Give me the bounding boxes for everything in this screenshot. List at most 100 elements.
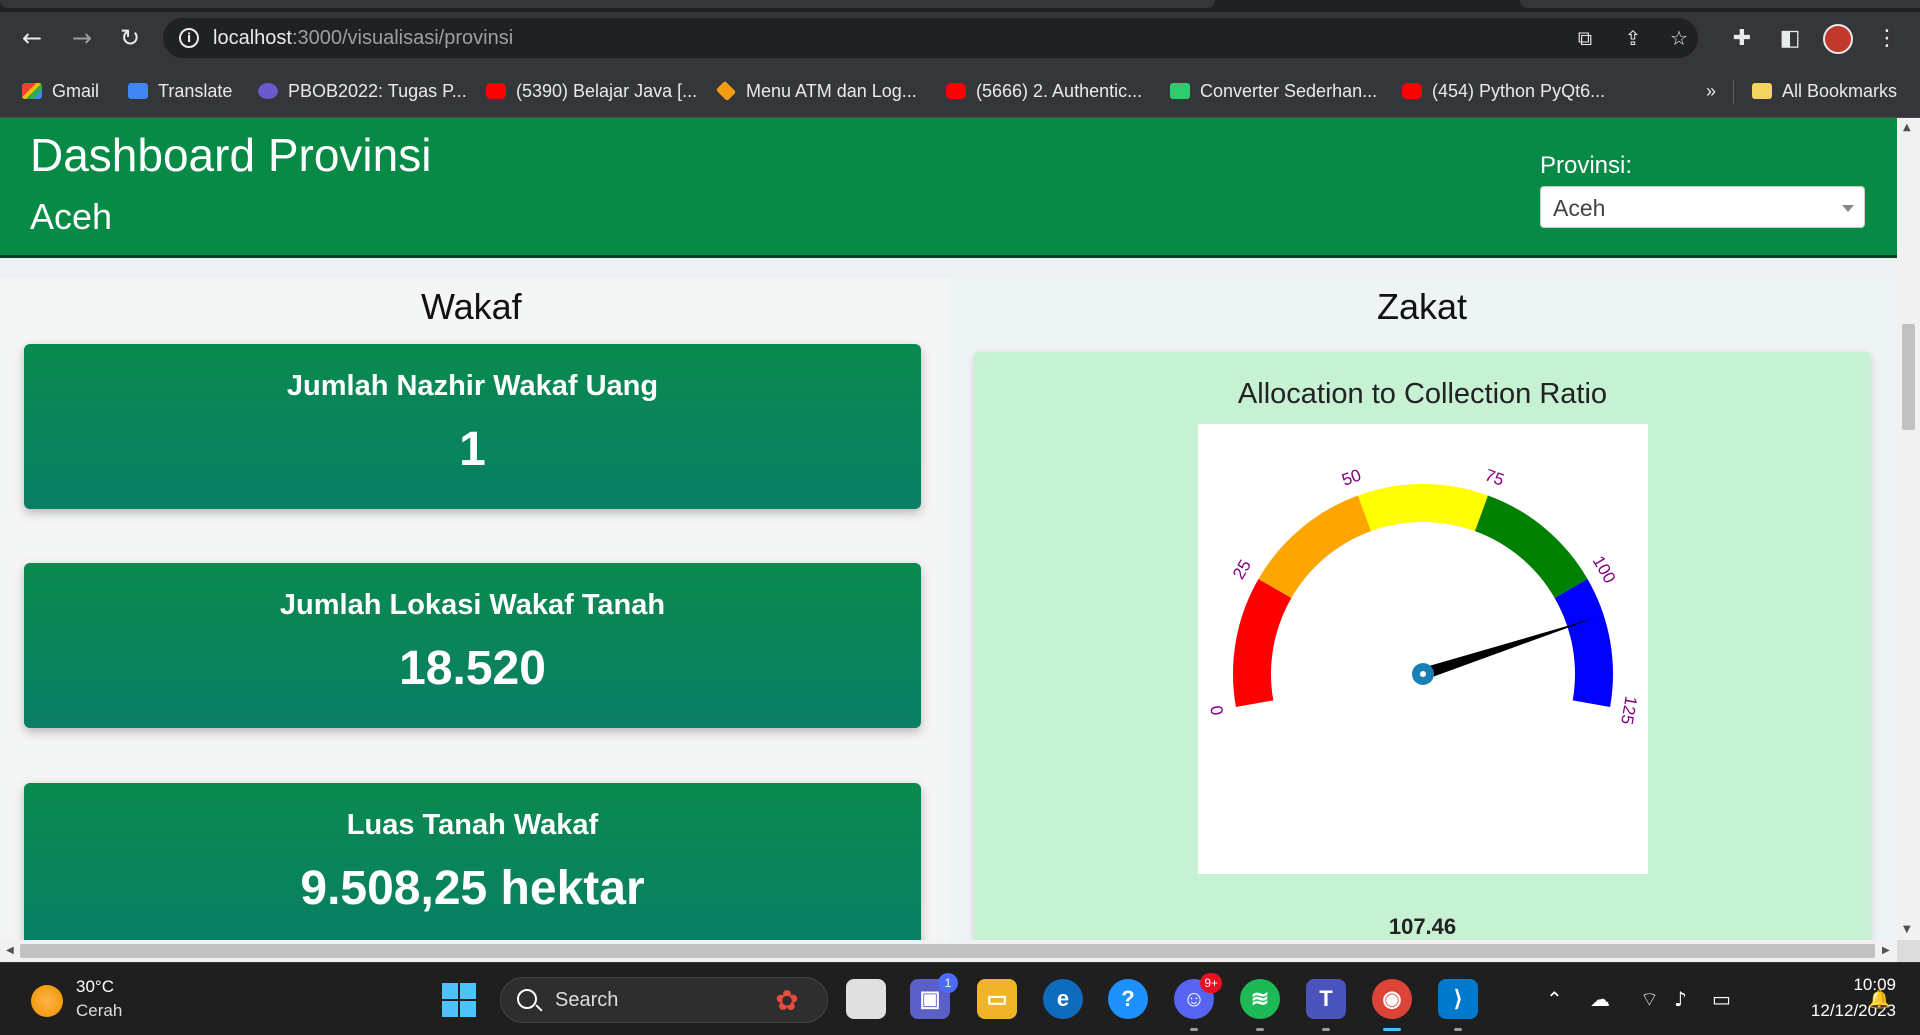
all-bookmarks-button[interactable]: All Bookmarks (1752, 78, 1897, 104)
gauge-band-4 (1554, 579, 1613, 707)
chevron-up-icon[interactable]: ⌃ (1546, 987, 1563, 1011)
weather-condition[interactable]: Cerah (76, 1001, 122, 1021)
scrollbar-corner (1897, 940, 1920, 962)
bookmark-label: Converter Sederhan... (1200, 80, 1378, 101)
teams-chat-icon[interactable]: ▣ 1 (910, 973, 958, 1019)
active-tab[interactable] (0, 0, 1215, 8)
notification-bell-icon[interactable]: 🔔 (1868, 989, 1890, 1010)
discord-badge: 9+ (1200, 973, 1222, 993)
bookmark-translate[interactable]: Translate (128, 78, 232, 104)
bookmark-star-icon[interactable]: ☆ (1667, 26, 1691, 50)
spotify-icon[interactable]: ≋ (1240, 979, 1280, 1031)
bookmark-label: PBOB2022: Tugas P... (288, 80, 467, 101)
side-panel-icon[interactable]: ◧ (1777, 26, 1803, 52)
address-bar[interactable]: i localhost:3000/visualisasi/provinsi ⧉ … (163, 18, 1698, 58)
province-label: Provinsi: (1540, 152, 1633, 179)
wifi-icon[interactable]: ⌔ (1640, 987, 1659, 1012)
wakaf-section-title: Wakaf (421, 286, 522, 327)
share-icon[interactable]: ⇪ (1621, 26, 1645, 50)
gauge-tick-label: 25 (1229, 557, 1255, 583)
gauge-band-1 (1258, 495, 1372, 598)
province-subtitle: Aceh (30, 196, 113, 237)
gauge-tick-label: 50 (1339, 465, 1363, 489)
url-host: localhost (213, 27, 292, 49)
youtube-icon (486, 83, 506, 99)
tab-strip-right (1520, 0, 1920, 8)
bookmark-label: (5666) 2. Authentic... (976, 80, 1143, 101)
vertical-scrollbar[interactable]: ▲ ▼ (1897, 118, 1920, 940)
weather-temperature[interactable]: 30°C (76, 977, 114, 997)
zakat-section-title: Zakat (1377, 286, 1468, 327)
extensions-puzzle-icon[interactable]: ✚ (1729, 26, 1755, 52)
scroll-up-icon[interactable]: ▲ (1903, 122, 1911, 133)
volume-icon[interactable]: ♪ (1674, 987, 1687, 1011)
vscode-icon[interactable]: ⟩ (1438, 979, 1478, 1031)
bookmark-label: (5390) Belajar Java [... (516, 80, 698, 101)
edge-icon[interactable]: e (1043, 979, 1083, 1019)
help-icon[interactable]: ? (1108, 979, 1148, 1019)
bookmark-gmail[interactable]: Gmail (22, 78, 99, 104)
url-text[interactable]: localhost:3000/visualisasi/provinsi (213, 27, 513, 50)
stat-card-label: Jumlah Lokasi Wakaf Tanah (279, 589, 666, 621)
bookmarks-divider (1733, 80, 1734, 104)
bookmark-youtube-java[interactable]: (5390) Belajar Java [... (486, 78, 697, 104)
profile-avatar[interactable] (1823, 24, 1853, 54)
scroll-left-icon[interactable]: ◀ (6, 945, 14, 956)
task-view-icon[interactable] (846, 979, 886, 1019)
page-title: Dashboard Provinsi (30, 129, 432, 181)
scroll-down-icon[interactable]: ▼ (1903, 924, 1911, 935)
bookmark-menu-atm[interactable]: Menu ATM dan Log... (715, 78, 917, 104)
back-arrow-icon[interactable]: ← (16, 22, 48, 54)
gauge-hub-center (1420, 671, 1426, 677)
onedrive-icon[interactable]: ☁ (1590, 987, 1610, 1011)
windows-taskbar: 30°C Cerah Search ✿ ▣ 1 ▭ e ? ☺ 9+ ≋ T ◉ ⟩… (0, 962, 1920, 1035)
bookmark-label: Menu ATM dan Log... (746, 80, 917, 101)
gauge-band-2 (1358, 484, 1488, 532)
gauge-needle (1421, 618, 1595, 680)
more-bookmarks-button[interactable]: » (1706, 78, 1716, 104)
youtube-icon (946, 83, 966, 99)
horizontal-scrollbar[interactable]: ◀ ▶ (0, 940, 1897, 962)
gauge-title: Allocation to Collection Ratio (1237, 378, 1608, 410)
bookmark-pbo[interactable]: PBOB2022: Tugas P... (258, 78, 467, 104)
menu-kebab-icon[interactable]: ⋮ (1874, 26, 1900, 52)
site-info-icon[interactable]: i (179, 28, 199, 48)
windows-start-icon[interactable] (442, 983, 478, 1019)
sun-weather-icon[interactable] (31, 985, 63, 1017)
youtube-icon (1402, 83, 1422, 99)
cube-icon (1170, 83, 1190, 99)
stat-card-value: 1 (459, 423, 486, 476)
taskbar-search[interactable]: Search ✿ (500, 977, 828, 1023)
teams-icon[interactable]: T (1306, 979, 1346, 1031)
stat-card-value: 18.520 (399, 642, 546, 695)
bookmark-label: Translate (158, 80, 233, 101)
bookmark-label: (454) Python PyQt6... (1432, 80, 1606, 101)
gauge-tick-label: 75 (1482, 465, 1506, 489)
translate-page-icon[interactable]: ⧉ (1573, 26, 1597, 50)
bookmark-youtube-auth[interactable]: (5666) 2. Authentic... (946, 78, 1142, 104)
stat-card-value: 9.508,25 hektar (300, 862, 645, 915)
gauge-band-0 (1233, 579, 1292, 707)
file-explorer-icon[interactable]: ▭ (977, 979, 1017, 1019)
chrome-icon[interactable]: ◉ (1372, 979, 1412, 1031)
discord-icon[interactable]: ☺ 9+ (1174, 973, 1222, 1031)
search-placeholder: Search (555, 989, 619, 1011)
horizontal-scroll-thumb[interactable] (20, 944, 1875, 958)
browser-toolbar: ← → ↻ i localhost:3000/visualisasi/provi… (0, 12, 1920, 64)
scroll-right-icon[interactable]: ▶ (1882, 945, 1890, 956)
province-select-value: Aceh (1553, 195, 1606, 221)
forward-arrow-icon[interactable]: → (66, 22, 98, 54)
box-icon (715, 80, 737, 102)
reload-icon[interactable]: ↻ (114, 22, 146, 54)
gauge-tick-label: 0 (1207, 704, 1227, 717)
battery-icon[interactable]: ▭ (1712, 987, 1731, 1011)
stat-card-label: Luas Tanah Wakaf (346, 809, 599, 841)
bookmark-youtube-pyqt[interactable]: (454) Python PyQt6... (1402, 78, 1605, 104)
bookmark-converter[interactable]: Converter Sederhan... (1170, 78, 1377, 104)
pbo-icon (258, 83, 278, 99)
stat-card-nazhir: Jumlah Nazhir Wakaf Uang 1 (24, 344, 921, 509)
province-select[interactable]: Aceh (1540, 186, 1865, 228)
vertical-scroll-thumb[interactable] (1902, 324, 1915, 430)
gmail-icon (22, 83, 42, 99)
bookmark-label: Gmail (52, 80, 100, 101)
